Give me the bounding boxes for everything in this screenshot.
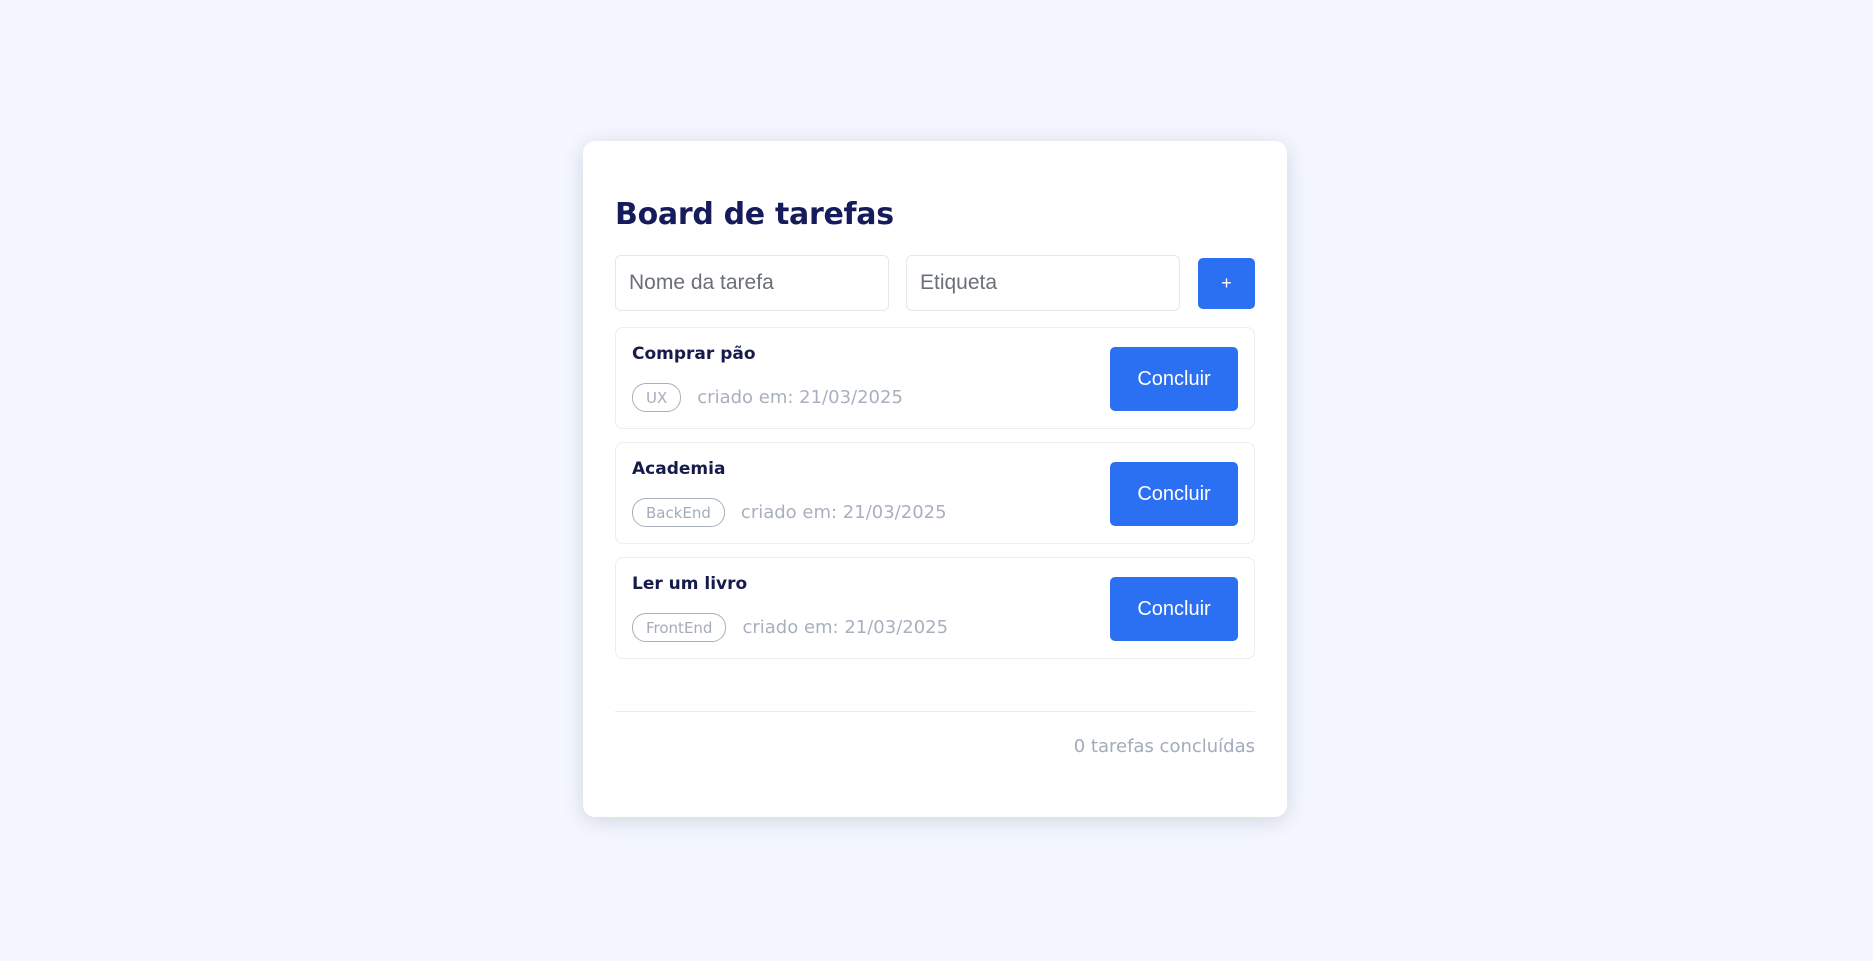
add-task-button[interactable]: + — [1198, 257, 1255, 309]
task-list: Comprar pão UX criado em: 21/03/2025 Con… — [615, 327, 1255, 659]
footer-divider — [615, 711, 1255, 712]
task-item: Ler um livro FrontEnd criado em: 21/03/2… — [615, 557, 1255, 659]
task-item: Academia BackEnd criado em: 21/03/2025 C… — [615, 442, 1255, 544]
task-created-date: criado em: 21/03/2025 — [740, 502, 947, 523]
page-title: Board de tarefas — [615, 197, 894, 232]
task-created-date: criado em: 21/03/2025 — [697, 387, 903, 408]
task-name: Ler um livro — [632, 574, 748, 594]
task-name: Comprar pão — [632, 344, 756, 364]
completed-count: 0 tarefas concluídas — [1073, 736, 1255, 757]
tag-input[interactable] — [906, 255, 1180, 311]
task-meta: BackEnd criado em: 21/03/2025 — [632, 498, 947, 527]
conclude-task-button[interactable]: Concluir — [1110, 577, 1238, 641]
task-name: Academia — [632, 459, 726, 479]
task-meta: FrontEnd criado em: 21/03/2025 — [632, 613, 948, 642]
task-created-date: criado em: 21/03/2025 — [742, 617, 949, 638]
conclude-task-button[interactable]: Concluir — [1110, 347, 1238, 411]
conclude-task-button[interactable]: Concluir — [1110, 462, 1238, 526]
task-tag-badge: FrontEnd — [632, 613, 727, 642]
task-tag-badge: BackEnd — [632, 498, 725, 527]
task-meta: UX criado em: 21/03/2025 — [632, 383, 903, 412]
task-item: Comprar pão UX criado em: 21/03/2025 Con… — [615, 327, 1255, 429]
add-task-form: + — [615, 255, 1255, 311]
task-name-input[interactable] — [615, 255, 889, 311]
task-tag-badge: UX — [632, 383, 682, 412]
task-board-card: Board de tarefas + Comprar pão UX criado… — [583, 141, 1287, 817]
